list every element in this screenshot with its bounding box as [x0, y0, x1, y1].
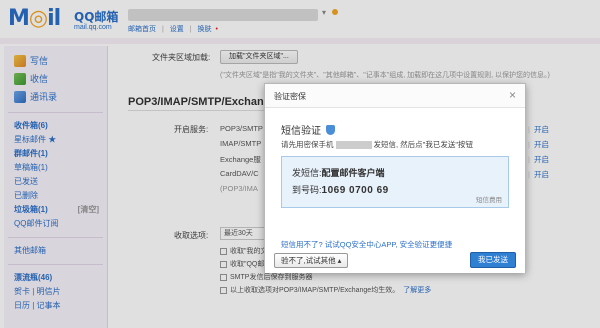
sms-verify-title: 短信验证 [281, 122, 335, 137]
cant-send-link[interactable]: 短信用不了? 试试QQ安全中心APP, 安全验证更便捷 [281, 239, 452, 250]
instructions-part1: 请先用密保手机 [281, 140, 334, 149]
sms-content-value: 配置邮件客户端 [321, 168, 385, 178]
sms-number-row: 到号码:1069 0700 69 [292, 183, 389, 196]
sms-content-label: 发短信: [292, 168, 322, 178]
dialog-header: 验证密保 × [265, 84, 525, 108]
shield-icon [326, 124, 335, 135]
sms-verify-label: 短信验证 [281, 126, 321, 137]
phone-number-redacted [335, 141, 372, 150]
sms-number-value: 1069 0700 69 [321, 185, 389, 196]
sms-number-label: 到号码: [292, 185, 322, 195]
sms-fee-link[interactable]: 短信费用 [476, 194, 502, 204]
sms-info-box: 发短信:配置邮件客户端 到号码:1069 0700 69 短信费用 [281, 156, 509, 208]
sms-instructions: 请先用密保手机 发短信, 然后点"我已发送"按钮 [281, 139, 473, 150]
dialog-footer: 验不了,试试其他 ▴ 我已发送 [265, 250, 525, 273]
try-other-method-button[interactable]: 验不了,试试其他 ▴ [274, 253, 349, 268]
instructions-part2: 发短信, 然后点"我已发送"按钮 [373, 140, 474, 149]
i-have-sent-button[interactable]: 我已发送 [470, 252, 516, 268]
dialog-title: 验证密保 [274, 92, 306, 101]
verify-security-dialog: 验证密保 × 短信验证 请先用密保手机 发短信, 然后点"我已发送"按钮 发短信:… [264, 83, 526, 273]
close-icon[interactable]: × [509, 88, 516, 102]
sms-content-row: 发短信:配置邮件客户端 [292, 166, 385, 179]
